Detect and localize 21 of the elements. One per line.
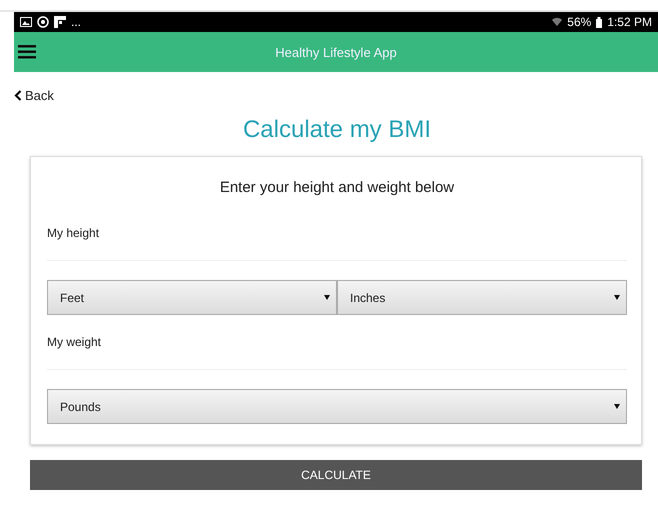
caret-icon — [614, 404, 620, 409]
app-title: Healthy Lifestyle App — [274, 44, 398, 60]
field-label: My height — [47, 226, 100, 240]
image-icon — [20, 17, 32, 27]
caret-icon — [324, 295, 330, 300]
battery-icon — [596, 16, 602, 28]
back-link[interactable]: Back — [14, 88, 54, 103]
form-heading: Enter your height and weight below — [218, 179, 456, 196]
dropdown[interactable]: Feet — [47, 280, 337, 315]
chevron-left-icon — [14, 90, 22, 101]
dropdown[interactable]: Inches — [337, 280, 627, 315]
overflow-indicator: ... — [71, 15, 82, 29]
page-title: Calculate my BMI — [242, 116, 432, 144]
dropdown[interactable]: Pounds — [47, 389, 627, 424]
field-label: My weight — [47, 335, 102, 349]
wifi-icon — [552, 17, 562, 27]
battery-percent: 56% — [567, 15, 592, 29]
menu-icon[interactable] — [18, 45, 36, 59]
calculate-button[interactable]: CALCULATE — [30, 460, 642, 490]
clock: 1:52 PM — [607, 15, 652, 29]
caret-icon — [614, 295, 620, 300]
